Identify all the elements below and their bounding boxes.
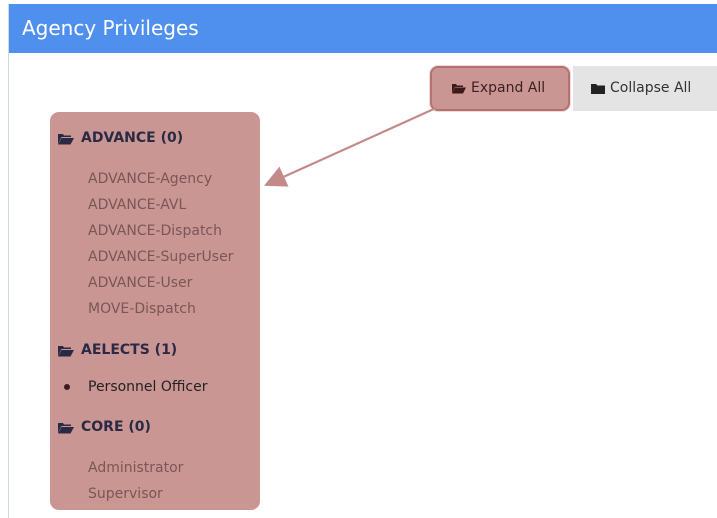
bullet-icon (64, 384, 70, 390)
tree-group-label: AELECTS (1) (81, 342, 178, 358)
collapse-all-button[interactable]: Collapse All (573, 66, 717, 111)
tree-item[interactable]: ADVANCE-User (88, 273, 192, 293)
tree-group-aelects[interactable]: AELECTS (1) (58, 340, 177, 360)
tree-item[interactable]: Supervisor (88, 484, 163, 504)
folder-closed-icon (591, 83, 605, 94)
tree-item[interactable]: ADVANCE-Dispatch (88, 221, 222, 241)
tree-item[interactable]: ADVANCE-SuperUser (88, 247, 233, 267)
collapse-all-label: Collapse All (610, 80, 692, 96)
expand-all-button[interactable]: Expand All (430, 66, 570, 111)
privilege-tree: ADVANCE (0) ADVANCE-Agency ADVANCE-AVL A… (50, 112, 260, 510)
tree-item[interactable]: Personnel Officer (88, 377, 208, 397)
expand-all-label: Expand All (471, 80, 546, 96)
folder-open-icon (452, 83, 466, 94)
tree-group-advance[interactable]: ADVANCE (0) (58, 128, 183, 148)
folder-open-icon (58, 133, 74, 144)
tree-item[interactable]: ADVANCE-AVL (88, 195, 186, 215)
tree-group-label: CORE (0) (81, 419, 151, 435)
folder-open-icon (58, 345, 74, 356)
panel-title: Agency Privileges (9, 4, 717, 53)
tree-item[interactable]: MOVE-Dispatch (88, 299, 196, 319)
tree-group-label: ADVANCE (0) (81, 130, 184, 146)
tree-group-core[interactable]: CORE (0) (58, 417, 151, 437)
folder-open-icon (58, 422, 74, 433)
tree-item[interactable]: Administrator (88, 458, 183, 478)
tree-item[interactable]: ADVANCE-Agency (88, 169, 212, 189)
